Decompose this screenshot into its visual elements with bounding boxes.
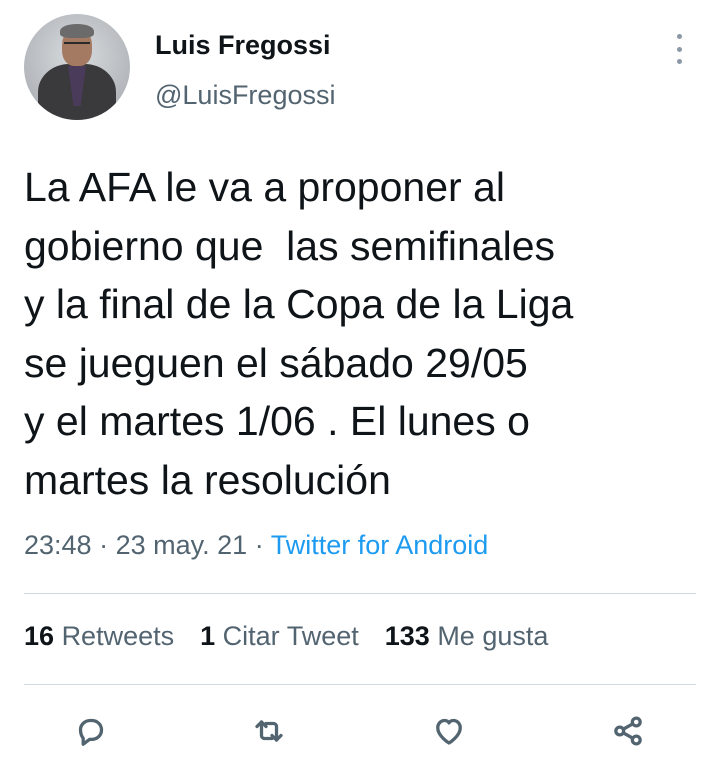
retweets-stat[interactable]: 16 Retweets — [24, 621, 174, 652]
share-button[interactable] — [603, 706, 653, 756]
reply-icon — [78, 718, 104, 746]
tweet-stats: 16 Retweets 1 Citar Tweet 133 Me gusta — [24, 621, 548, 652]
quotes-count: 1 — [200, 621, 216, 651]
tweet-source-link[interactable]: Twitter for Android — [271, 530, 489, 560]
author-name[interactable]: Luis Fregossi — [155, 30, 331, 61]
likes-label: Me gusta — [437, 621, 549, 651]
avatar-hair-shape — [60, 24, 94, 38]
more-vertical-icon[interactable] — [668, 34, 690, 64]
tweet-time: 23:48 — [24, 530, 92, 560]
more-dot — [676, 46, 682, 52]
reply-button[interactable] — [66, 706, 116, 756]
likes-count: 133 — [384, 621, 430, 651]
tweet-date: 23 may. 21 — [115, 530, 248, 560]
tweet-meta: 23:48 · 23 may. 21 · Twitter for Android — [24, 530, 488, 561]
retweets-label: Retweets — [61, 621, 175, 651]
retweets-count: 16 — [24, 621, 55, 651]
divider-top — [24, 593, 696, 594]
meta-separator: · — [99, 530, 109, 560]
divider-bottom — [24, 684, 696, 685]
like-button[interactable] — [424, 706, 474, 756]
action-bar — [0, 706, 719, 758]
avatar-glasses-shape — [64, 42, 90, 50]
author-handle[interactable]: @LuisFregossi — [155, 80, 335, 111]
retweet-icon — [255, 720, 283, 742]
more-dot — [676, 34, 682, 39]
quotes-label: Citar Tweet — [222, 621, 359, 651]
like-icon — [436, 718, 462, 745]
more-dot — [676, 59, 682, 64]
quotes-stat[interactable]: 1 Citar Tweet — [200, 621, 359, 652]
retweet-button[interactable] — [244, 706, 294, 756]
share-icon — [614, 716, 642, 746]
tweet-text: La AFA le va a proponer al gobierno que … — [24, 164, 574, 503]
likes-stat[interactable]: 133 Me gusta — [385, 621, 549, 652]
meta-separator: · — [254, 530, 264, 560]
author-avatar[interactable] — [24, 14, 130, 120]
